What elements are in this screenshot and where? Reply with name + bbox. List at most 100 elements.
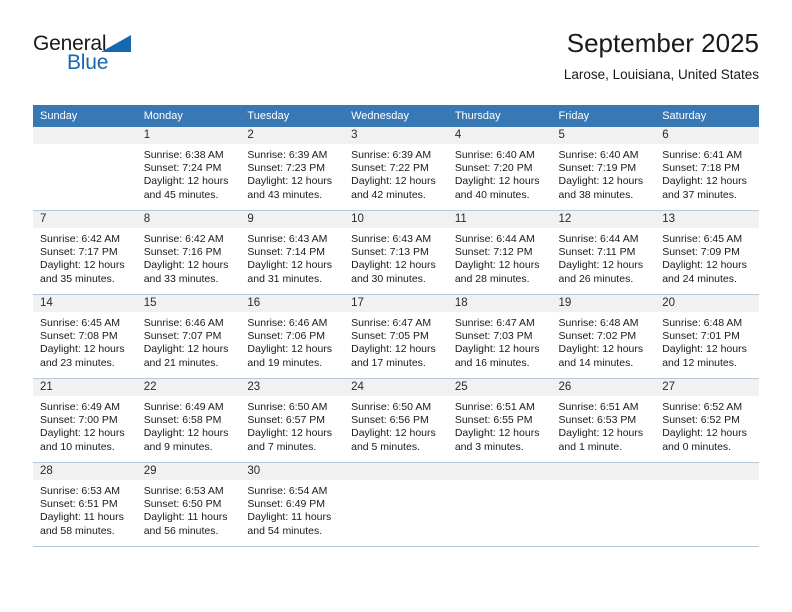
daylight-duration-line2: and 31 minutes. [247,272,323,285]
calendar-day-cell[interactable]: 29 Sunrise: 6:53 AM Sunset: 6:50 PM Dayligh… [136,462,241,547]
calendar-day-cell[interactable]: 8 Sunrise: 6:42 AM Sunset: 7:16 PM Daylight… [136,210,241,295]
calendar-page: General Blue September 2025 Larose, Loui… [0,0,792,612]
sunset-time: Sunset: 7:16 PM [143,246,222,259]
day-number [551,463,656,480]
calendar-day-cell[interactable]: 1 Sunrise: 6:38 AM Sunset: 7:24 PM Daylight… [136,127,241,211]
daylight-duration-line1: Daylight: 12 hours [558,259,644,272]
daylight-duration-line2: and 19 minutes. [247,356,323,369]
sunrise-time: Sunrise: 6:53 AM [143,485,224,497]
day-details: Sunrise: 6:48 AM Sunset: 7:01 PM Daylight:… [655,312,759,370]
calendar-day-cell[interactable]: 24 Sunrise: 6:50 AM Sunset: 6:56 PM Dayligh… [344,378,448,463]
calendar-day-cell[interactable]: 15 Sunrise: 6:46 AM Sunset: 7:07 PM Dayligh… [136,294,241,379]
day-details: Sunrise: 6:52 AM Sunset: 6:52 PM Daylight:… [655,396,759,454]
daylight-duration-line2: and 33 minutes. [143,272,219,285]
daylight-duration-line2: and 24 minutes. [662,272,737,285]
calendar-day-cell[interactable]: 6 Sunrise: 6:41 AM Sunset: 7:18 PM Daylight… [655,127,759,211]
daylight-duration-line2: and 35 minutes. [40,272,115,285]
daylight-duration-line1: Daylight: 11 hours [40,511,124,524]
calendar-day-cell[interactable]: 10 Sunrise: 6:43 AM Sunset: 7:13 PM Dayligh… [344,210,448,295]
calendar-week-row: 21 Sunrise: 6:49 AM Sunset: 7:00 PM Dayligh… [33,378,759,463]
sunrise-time: Sunrise: 6:51 AM [558,401,639,413]
daylight-duration-line2: and 30 minutes. [351,272,426,285]
calendar-day-cell[interactable]: 28 Sunrise: 6:53 AM Sunset: 6:51 PM Dayligh… [33,462,137,547]
daylight-duration-line2: and 10 minutes. [40,440,115,453]
sunset-time: Sunset: 6:50 PM [143,498,222,511]
calendar-day-cell[interactable]: 19 Sunrise: 6:48 AM Sunset: 7:02 PM Dayligh… [551,294,656,379]
sunrise-time: Sunrise: 6:43 AM [247,233,328,245]
day-number: 20 [655,295,759,312]
calendar-day-cell[interactable]: 16 Sunrise: 6:46 AM Sunset: 7:06 PM Dayligh… [240,294,345,379]
calendar-day-cell[interactable]: 7 Sunrise: 6:42 AM Sunset: 7:17 PM Daylight… [33,210,137,295]
daylight-duration-line1: Daylight: 12 hours [40,343,125,356]
sunset-time: Sunset: 7:14 PM [247,246,326,259]
sunrise-sunset-calendar: Sunday Monday Tuesday Wednesday Thursday… [33,105,759,547]
day-number: 28 [33,463,137,480]
day-details: Sunrise: 6:40 AM Sunset: 7:20 PM Daylight:… [448,144,552,202]
day-number [33,127,137,144]
weekday-header-friday: Friday [551,105,656,127]
daylight-duration-line1: Daylight: 12 hours [351,259,436,272]
sunrise-time: Sunrise: 6:48 AM [558,317,639,329]
day-details: Sunrise: 6:47 AM Sunset: 7:03 PM Daylight:… [448,312,552,370]
weekday-header-monday: Monday [136,105,241,127]
daylight-duration-line1: Daylight: 12 hours [558,175,644,188]
sunrise-time: Sunrise: 6:39 AM [351,149,432,161]
calendar-day-cell[interactable]: 13 Sunrise: 6:45 AM Sunset: 7:09 PM Dayligh… [655,210,759,295]
calendar-day-cell[interactable]: 2 Sunrise: 6:39 AM Sunset: 7:23 PM Daylight… [240,127,345,211]
calendar-day-cell[interactable]: 21 Sunrise: 6:49 AM Sunset: 7:00 PM Dayligh… [33,378,137,463]
calendar-week-row: 28 Sunrise: 6:53 AM Sunset: 6:51 PM Dayligh… [33,462,759,547]
sunrise-time: Sunrise: 6:45 AM [40,317,120,329]
day-details: Sunrise: 6:51 AM Sunset: 6:55 PM Daylight:… [448,396,552,454]
calendar-day-cell[interactable]: 23 Sunrise: 6:50 AM Sunset: 6:57 PM Dayligh… [240,378,345,463]
day-number [447,463,552,480]
daylight-duration-line1: Daylight: 12 hours [454,259,540,272]
calendar-day-cell[interactable]: 9 Sunrise: 6:43 AM Sunset: 7:14 PM Daylight… [240,210,345,295]
day-number: 1 [136,127,241,144]
day-details: Sunrise: 6:44 AM Sunset: 7:12 PM Daylight:… [448,228,552,286]
daylight-duration-line2: and 16 minutes. [454,356,530,369]
calendar-day-cell[interactable]: 18 Sunrise: 6:47 AM Sunset: 7:03 PM Dayligh… [447,294,552,379]
calendar-day-cell[interactable]: 11 Sunrise: 6:44 AM Sunset: 7:12 PM Dayligh… [447,210,552,295]
day-number [344,463,448,480]
calendar-day-cell[interactable]: 5 Sunrise: 6:40 AM Sunset: 7:19 PM Daylight… [551,127,656,211]
day-number: 10 [344,211,448,228]
day-number: 11 [447,211,552,228]
calendar-day-cell[interactable]: 17 Sunrise: 6:47 AM Sunset: 7:05 PM Dayligh… [344,294,448,379]
day-number: 6 [655,127,759,144]
calendar-day-cell-empty [447,462,552,547]
day-number: 14 [33,295,137,312]
calendar-day-cell[interactable]: 30 Sunrise: 6:54 AM Sunset: 6:49 PM Dayligh… [240,462,345,547]
sunrise-time: Sunrise: 6:50 AM [351,401,432,413]
sunset-time: Sunset: 7:12 PM [454,246,533,259]
calendar-day-cell[interactable]: 20 Sunrise: 6:48 AM Sunset: 7:01 PM Dayligh… [655,294,759,379]
calendar-day-cell[interactable]: 14 Sunrise: 6:45 AM Sunset: 7:08 PM Dayligh… [33,294,137,379]
sunset-time: Sunset: 7:02 PM [558,330,637,343]
day-number: 2 [240,127,345,144]
calendar-day-cell[interactable]: 27 Sunrise: 6:52 AM Sunset: 6:52 PM Dayligh… [655,378,759,463]
daylight-duration-line1: Daylight: 12 hours [662,427,747,440]
calendar-day-cell[interactable]: 4 Sunrise: 6:40 AM Sunset: 7:20 PM Daylight… [447,127,552,211]
calendar-day-cell[interactable]: 22 Sunrise: 6:49 AM Sunset: 6:58 PM Dayligh… [136,378,241,463]
calendar-day-cell[interactable]: 25 Sunrise: 6:51 AM Sunset: 6:55 PM Dayligh… [447,378,552,463]
calendar-day-cell[interactable]: 26 Sunrise: 6:51 AM Sunset: 6:53 PM Dayligh… [551,378,656,463]
day-details: Sunrise: 6:42 AM Sunset: 7:17 PM Daylight:… [33,228,137,286]
sunrise-time: Sunrise: 6:48 AM [662,317,743,329]
day-number: 23 [240,379,345,396]
day-details: Sunrise: 6:50 AM Sunset: 6:57 PM Daylight:… [240,396,344,454]
sunset-time: Sunset: 7:05 PM [351,330,429,343]
calendar-day-cell[interactable]: 3 Sunrise: 6:39 AM Sunset: 7:22 PM Daylight… [344,127,448,211]
calendar-day-cell[interactable]: 12 Sunrise: 6:44 AM Sunset: 7:11 PM Dayligh… [551,210,656,295]
sunset-time: Sunset: 6:57 PM [247,414,326,427]
daylight-duration-line2: and 23 minutes. [40,356,115,369]
day-details: Sunrise: 6:44 AM Sunset: 7:11 PM Daylight:… [552,228,656,286]
sunrise-time: Sunrise: 6:46 AM [143,317,224,329]
day-details: Sunrise: 6:41 AM Sunset: 7:18 PM Daylight:… [655,144,759,202]
sunset-time: Sunset: 7:17 PM [40,246,118,259]
page-header: General Blue September 2025 Larose, Loui… [33,26,759,96]
brand-logo[interactable]: General Blue [33,32,153,80]
day-details: Sunrise: 6:49 AM Sunset: 7:00 PM Daylight:… [33,396,137,454]
calendar-header-row-group: Sunday Monday Tuesday Wednesday Thursday… [33,105,759,127]
day-number: 3 [344,127,448,144]
day-number: 17 [344,295,448,312]
weekday-header-row: Sunday Monday Tuesday Wednesday Thursday… [33,105,759,127]
